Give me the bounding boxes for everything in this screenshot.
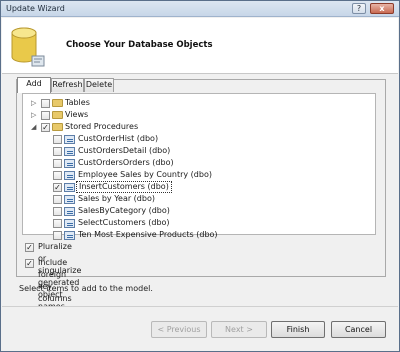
procedure-checkbox[interactable]	[53, 195, 62, 204]
previous-button[interactable]: < Previous	[151, 321, 207, 338]
procedure-label: SalesByCategory (dbo)	[78, 206, 170, 215]
pluralize-checkbox[interactable]: ✓	[25, 243, 34, 252]
stored-procedure-icon	[64, 219, 75, 228]
procedure-label: InsertCustomers (dbo)	[76, 181, 172, 193]
window-title: Update Wizard	[6, 4, 65, 13]
finish-button[interactable]: Finish	[271, 321, 325, 338]
page-title: Choose Your Database Objects	[66, 40, 213, 50]
stored-procedure-icon	[64, 147, 75, 156]
views-checkbox[interactable]	[41, 111, 50, 120]
procedure-checkbox[interactable]	[53, 231, 62, 240]
stored-procedure-icon	[64, 207, 75, 216]
header-band: Choose Your Database Objects	[2, 18, 398, 74]
stored-procedure-icon	[64, 171, 75, 180]
update-wizard-window: Update Wizard ? x Choose Your Database O…	[0, 0, 400, 352]
object-tree[interactable]: ▷ Tables ▷ Views ◢ ✓ Stored Procedures C…	[22, 93, 376, 240]
tab-delete[interactable]: Delete	[84, 78, 114, 92]
collapse-arrow-icon[interactable]: ◢	[31, 121, 39, 133]
cancel-button[interactable]: Cancel	[331, 321, 386, 338]
close-button[interactable]: x	[370, 3, 394, 14]
folder-icon	[52, 99, 63, 107]
expand-arrow-icon[interactable]: ▷	[31, 109, 39, 121]
procedure-label: CustOrdersOrders (dbo)	[78, 158, 174, 167]
tree-node-label: Stored Procedures	[65, 122, 139, 131]
stored-procedure-icon	[64, 183, 75, 192]
procedure-checkbox[interactable]	[53, 219, 62, 228]
database-icon	[11, 27, 45, 67]
stored-procedures-checkbox[interactable]: ✓	[41, 123, 50, 132]
tab-refresh[interactable]: Refresh	[51, 78, 84, 92]
procedure-checkbox[interactable]	[53, 135, 62, 144]
procedure-checkbox[interactable]	[53, 147, 62, 156]
tree-node-label: Tables	[65, 98, 90, 107]
tree-node-label: Views	[65, 110, 89, 119]
procedure-label: Employee Sales by Country (dbo)	[78, 170, 212, 179]
tables-checkbox[interactable]	[41, 99, 50, 108]
procedure-checkbox[interactable]	[53, 159, 62, 168]
next-button[interactable]: Next >	[211, 321, 267, 338]
foreign-keys-checkbox[interactable]: ✓	[25, 259, 34, 268]
procedure-label: Sales by Year (dbo)	[78, 194, 155, 203]
procedure-label: CustOrdersDetail (dbo)	[78, 146, 171, 155]
procedure-label: Ten Most Expensive Products (dbo)	[78, 230, 218, 239]
expand-arrow-icon[interactable]: ▷	[31, 97, 39, 109]
stored-procedure-icon	[64, 135, 75, 144]
procedure-checkbox[interactable]	[53, 171, 62, 180]
folder-icon	[52, 111, 63, 119]
procedure-checkbox[interactable]: ✓	[53, 183, 62, 192]
folder-icon	[52, 123, 63, 131]
procedure-checkbox[interactable]	[53, 207, 62, 216]
help-button[interactable]: ?	[352, 3, 366, 14]
stored-procedure-icon	[64, 195, 75, 204]
procedure-label: CustOrderHist (dbo)	[78, 134, 159, 143]
title-bar: Update Wizard ? x	[1, 1, 399, 17]
stored-procedure-icon	[64, 159, 75, 168]
stored-procedure-icon	[64, 231, 75, 240]
status-hint: Select items to add to the model.	[19, 284, 153, 293]
procedure-label: SelectCustomers (dbo)	[78, 218, 170, 227]
tab-add[interactable]: Add	[17, 77, 51, 93]
